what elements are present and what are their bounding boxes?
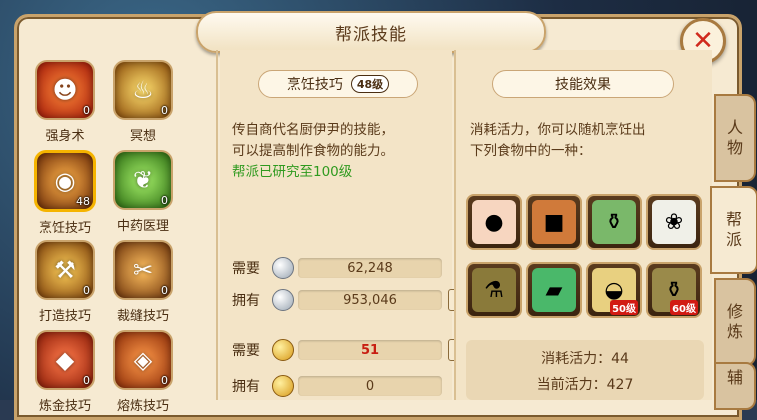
silver-coin-icon xyxy=(272,257,294,279)
vitality-cost: 消耗活力：44 xyxy=(541,351,629,367)
needle-thread-icon: ✂ 0 xyxy=(113,240,173,300)
smelting-gem-icon: ◈ 0 xyxy=(113,330,173,390)
contribution-coin-icon xyxy=(272,339,294,361)
tab-character[interactable]: 人 物 xyxy=(714,94,756,182)
silver-need-row: 需要 62,248 xyxy=(232,256,442,280)
tab-assist[interactable]: 辅 xyxy=(714,362,756,410)
skill-item-meditation[interactable]: ♨ 0 冥想 xyxy=(108,60,178,144)
contribution-coin-icon xyxy=(272,375,294,397)
silver-have-value: 953,046 xyxy=(298,290,442,310)
gold-need-value: 51 xyxy=(298,340,442,360)
green-cake-icon[interactable]: ▰ xyxy=(526,262,582,318)
gold-have-row: 拥有 0 xyxy=(232,374,442,398)
skill-label: 裁缝技巧 xyxy=(116,309,169,324)
bronze-cauldron-icon[interactable]: ⚗ xyxy=(466,262,522,318)
skill-item-herbal[interactable]: ❦ 0 中药医理 xyxy=(108,150,178,234)
cooking-pan-icon: ◉ 48 xyxy=(34,150,96,212)
herb-leaf-icon: ❦ 0 xyxy=(113,150,173,210)
panel-title: 帮派技能 xyxy=(335,24,407,45)
skill-item-cooking[interactable]: ◉ 48 烹饪技巧 xyxy=(30,150,100,236)
skill-label: 打造技巧 xyxy=(38,309,91,324)
research-status: 帮派已研究至100级 xyxy=(232,164,353,180)
skill-item-forging[interactable]: ⚒ 0 打造技巧 xyxy=(30,240,100,324)
tab-guild[interactable]: 帮 派 xyxy=(710,186,757,274)
skill-item-strength[interactable]: ☻ 0 强身术 xyxy=(30,60,100,144)
tab-cultivation[interactable]: 修 炼 xyxy=(714,278,756,366)
skill-list: ☻ 0 强身术 ♨ 0 冥想 ◉ 48 烹饪技巧 ❦ 0 中药医理 ⚒ 0 打造… xyxy=(28,50,208,414)
gold-have-value: 0 xyxy=(298,376,442,396)
gold-need-row: 需要 51 i xyxy=(232,338,470,362)
skill-label: 熔炼技巧 xyxy=(116,399,169,414)
effect-description: 消耗活力，你可以随机烹饪出 下列食物中的一种： xyxy=(470,122,646,159)
steamed-bun-icon[interactable]: ● xyxy=(466,194,522,250)
alchemy-crystal-icon: ◆ 0 xyxy=(35,330,95,390)
skill-label: 中药医理 xyxy=(116,219,169,234)
braised-meat-icon[interactable]: ■ xyxy=(526,194,582,250)
divider xyxy=(216,50,218,400)
wine-jar-icon[interactable]: ⚱ xyxy=(586,194,642,250)
skill-item-smelting[interactable]: ◈ 0 熔炼技巧 xyxy=(108,330,178,414)
silver-need-value: 62,248 xyxy=(298,258,442,278)
silver-coin-icon xyxy=(272,289,294,311)
red-demon-icon: ☻ 0 xyxy=(35,60,95,120)
vitality-box: 消耗活力：44 当前活力：427 xyxy=(466,340,704,400)
meditation-icon: ♨ 0 xyxy=(113,60,173,120)
skill-level-badge: 48级 xyxy=(350,75,390,93)
effect-header: 技能效果 xyxy=(492,70,674,98)
bronze-vessel-icon[interactable]: ⚱ 60级 xyxy=(646,262,702,318)
skill-item-alchemy[interactable]: ◆ 0 炼金技巧 xyxy=(30,330,100,414)
level-requirement: 60级 xyxy=(670,300,698,315)
noodle-bowl-icon[interactable]: ◒ 50级 xyxy=(586,262,642,318)
rice-ball-icon[interactable]: ❀ xyxy=(646,194,702,250)
skill-label: 强身术 xyxy=(45,129,85,144)
anvil-icon: ⚒ 0 xyxy=(35,240,95,300)
silver-have-row: 拥有 953,046 + xyxy=(232,288,470,312)
skill-label: 烹饪技巧 xyxy=(38,221,91,236)
skill-label: 冥想 xyxy=(129,129,156,144)
skill-description: 传自商代名厨伊尹的技能， 可以提高制作食物的能力。 帮派已研究至100级 xyxy=(232,120,447,183)
skill-label: 炼金技巧 xyxy=(38,399,91,414)
level-requirement: 50级 xyxy=(610,300,638,315)
skill-name-header: 烹饪技巧 48级 xyxy=(258,70,418,98)
skill-item-tailoring[interactable]: ✂ 0 裁缝技巧 xyxy=(108,240,178,324)
skill-name: 烹饪技巧 xyxy=(286,77,343,93)
title-banner: 帮派技能 xyxy=(196,11,546,53)
vitality-current: 当前活力：427 xyxy=(536,377,634,393)
